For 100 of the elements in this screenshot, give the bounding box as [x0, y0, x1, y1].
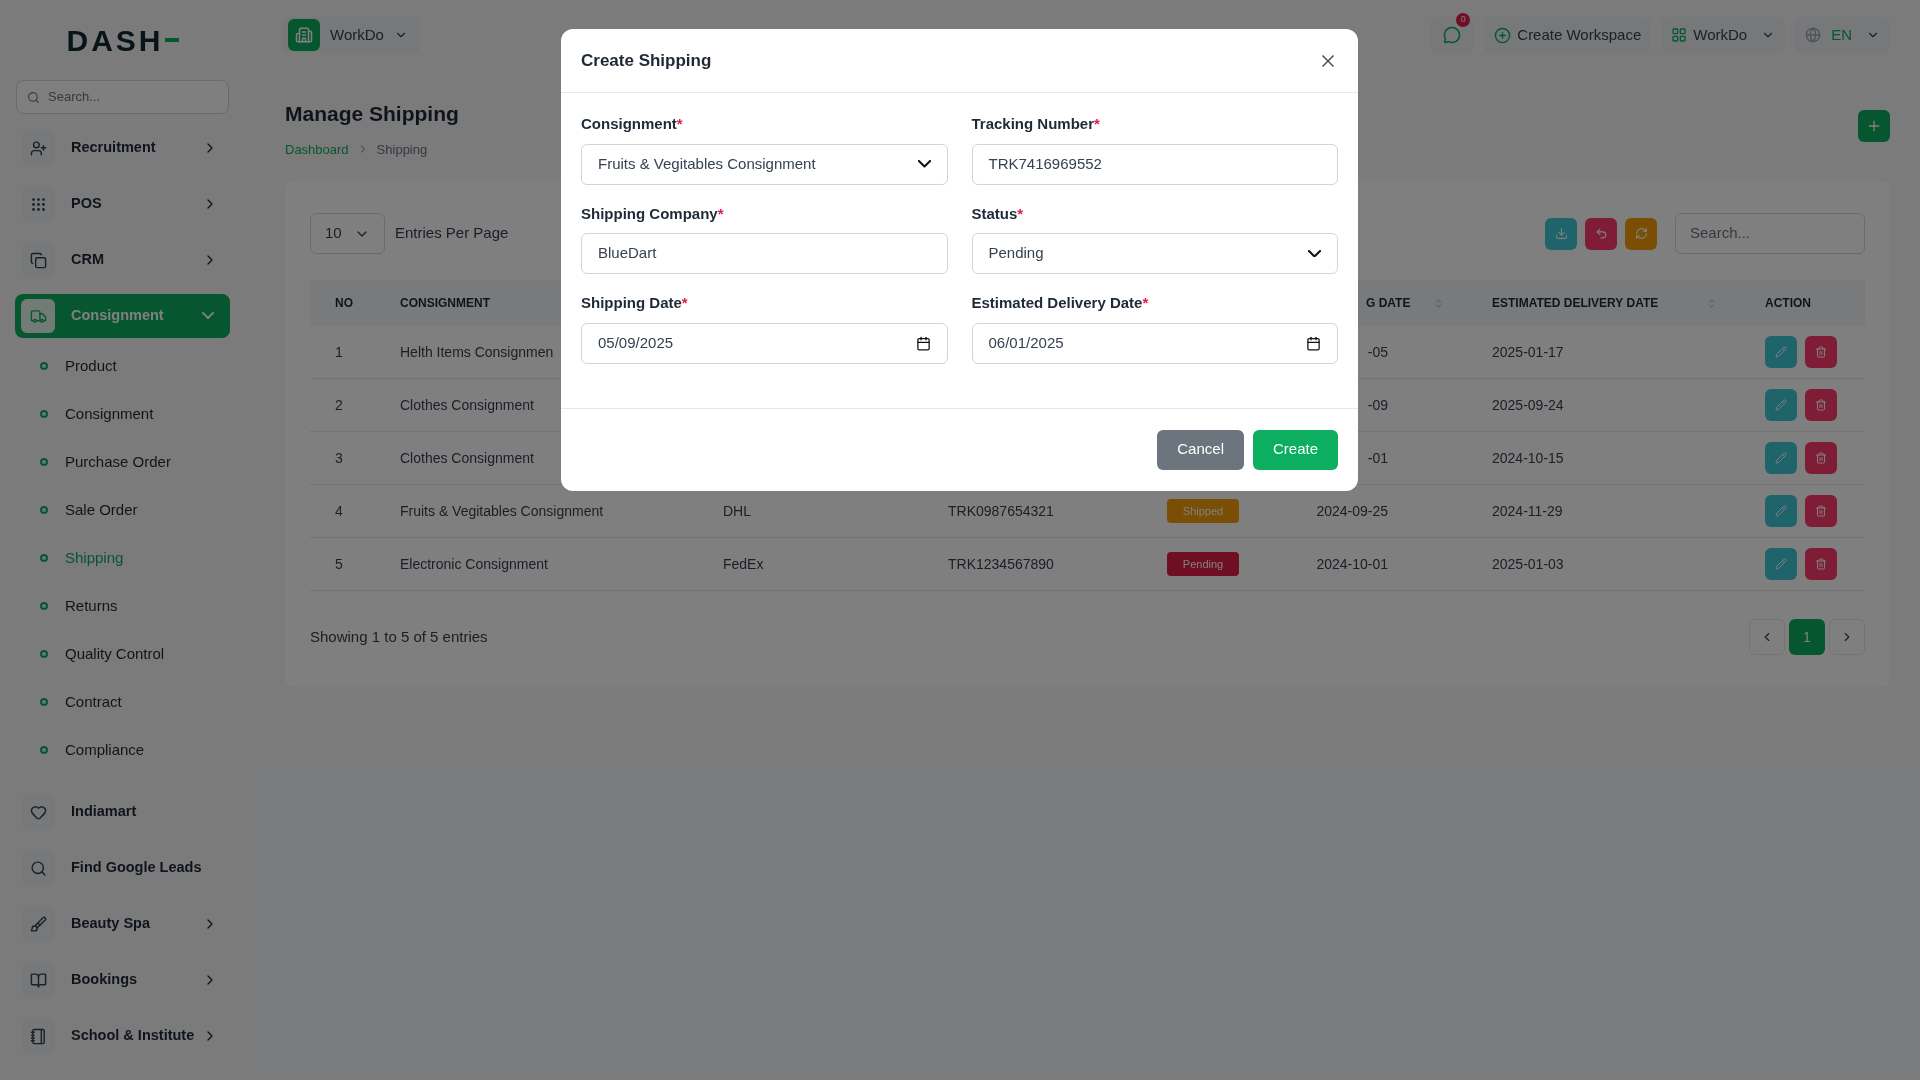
- cancel-button[interactable]: Cancel: [1157, 429, 1244, 470]
- delete-button[interactable]: [1805, 495, 1837, 527]
- table-cell-text: 3: [335, 448, 344, 468]
- sidebar-subitem[interactable]: Sale Order: [65, 498, 138, 522]
- table-search-field[interactable]: Search...: [1675, 213, 1865, 254]
- bullet-icon: [40, 602, 48, 610]
- sidebar-subitem[interactable]: Consignment: [65, 402, 154, 426]
- modal-title: Create Shipping: [581, 49, 713, 72]
- table-cell-text: 1: [335, 342, 344, 362]
- breadcrumb-item: Shipping: [376, 140, 428, 159]
- table-cell: TRK0987654321: [948, 502, 1054, 519]
- edit-button[interactable]: [1765, 495, 1797, 527]
- table-cell: Clothes Consignment: [400, 449, 534, 466]
- entries-select[interactable]: 10: [310, 213, 385, 254]
- search-field[interactable]: Search...: [16, 80, 229, 114]
- pencil-icon: [1775, 399, 1787, 411]
- search-icon: [27, 90, 40, 104]
- bullet-icon: [40, 362, 48, 370]
- next-page-button[interactable]: [1829, 619, 1865, 655]
- field-label: Status*: [971, 203, 1025, 224]
- bullet-icon: [40, 410, 48, 418]
- previous-page-button[interactable]: [1749, 619, 1785, 655]
- table-cell-text: 2025-01-17: [1492, 342, 1565, 362]
- table-cell-text: 2024-09-25: [1316, 501, 1388, 521]
- select-field[interactable]: Fruits & Vegitables Consignment: [581, 143, 948, 185]
- delete-button[interactable]: [1805, 389, 1837, 421]
- pencil-icon: [1775, 346, 1787, 358]
- create-workspace-button[interactable]: Create Workspace: [1484, 17, 1652, 53]
- brush-icon: [29, 915, 47, 933]
- sidebar-item[interactable]: Beauty Spa: [15, 902, 230, 946]
- column-header: CONSIGNMENT: [400, 295, 490, 312]
- add-button[interactable]: [1858, 110, 1890, 142]
- copy-icon: [29, 251, 47, 269]
- edit-button[interactable]: [1765, 548, 1797, 580]
- delete-button[interactable]: [1805, 336, 1837, 368]
- notification-badge: 0: [1456, 13, 1471, 27]
- bullet-icon: [40, 698, 48, 706]
- table-cell: FedEx: [723, 555, 764, 572]
- sidebar-item[interactable]: Bookings: [15, 958, 230, 1002]
- edit-button[interactable]: [1765, 336, 1797, 368]
- create-button[interactable]: Create: [1252, 429, 1338, 470]
- sidebar-item[interactable]: School & Institute: [15, 1014, 230, 1058]
- undo-button[interactable]: [1585, 217, 1617, 250]
- sidebar-subitem[interactable]: Compliance: [65, 738, 145, 762]
- page-title: Manage Shipping: [285, 101, 459, 127]
- sidebar-item[interactable]: POS: [15, 182, 230, 226]
- table-cell-text: 2024-10-15: [1492, 448, 1565, 468]
- table-cell: TRK1234567890: [948, 555, 1054, 572]
- column-header[interactable]: ESTIMATED DELIVERY DATE: [1492, 294, 1765, 312]
- chevron-down-icon: [917, 160, 931, 168]
- bullet-icon: [40, 506, 48, 514]
- input-field[interactable]: TRK7416969552: [971, 143, 1338, 185]
- chat-icon: [1443, 26, 1462, 44]
- date-field[interactable]: 06/01/2025: [971, 322, 1338, 364]
- delete-button[interactable]: [1805, 442, 1837, 474]
- table-cell: DHL: [723, 502, 751, 519]
- table-cell: Electronic Consignment: [400, 555, 548, 572]
- bullet-icon: [40, 458, 48, 466]
- workspace-button[interactable]: WorkDo: [282, 17, 420, 53]
- sidebar-subitem[interactable]: Quality Control: [65, 642, 165, 666]
- table-cell: Helth Items Consignmen: [400, 343, 554, 360]
- edit-button[interactable]: [1765, 389, 1797, 421]
- date-field[interactable]: 05/09/2025: [581, 322, 948, 364]
- plus-icon: [1866, 118, 1882, 134]
- pencil-icon: [1775, 558, 1787, 570]
- column-header: NO: [335, 295, 353, 312]
- trash-icon: [1815, 346, 1827, 358]
- sidebar-subitem[interactable]: Returns: [65, 594, 118, 618]
- table-cell: Clothes Consignment: [400, 396, 534, 413]
- input-field[interactable]: BlueDart: [581, 233, 948, 274]
- sidebar-item[interactable]: CRM: [15, 238, 230, 282]
- refresh-button[interactable]: [1625, 217, 1657, 250]
- sidebar-item[interactable]: Find Google Leads: [15, 846, 230, 890]
- sidebar-item[interactable]: Indiamart: [15, 790, 230, 834]
- table-cell-text: 2025-01-03: [1492, 554, 1565, 574]
- globe-icon: [1805, 27, 1822, 43]
- table-cell: Fruits & Vegitables Consignment: [400, 502, 604, 519]
- table-cell-text: -01: [1367, 448, 1388, 468]
- user-menu-button[interactable]: WorkDo: [1661, 17, 1786, 53]
- sidebar-subitem[interactable]: Contract: [65, 690, 122, 714]
- chevron-down-icon: [202, 312, 214, 320]
- select-field[interactable]: Pending: [971, 233, 1338, 274]
- column-header: ACTION: [1765, 295, 1811, 312]
- delete-button[interactable]: [1805, 548, 1837, 580]
- pencil-icon: [1775, 505, 1787, 517]
- table-cell-text: 2024-11-29: [1492, 501, 1564, 521]
- field-label: Shipping Company*: [581, 203, 725, 224]
- grid-dots-icon: [29, 195, 47, 213]
- entries-summary: Showing 1 to 5 of 5 entries: [310, 626, 489, 647]
- edit-button[interactable]: [1765, 442, 1797, 474]
- download-button[interactable]: [1545, 217, 1577, 250]
- refresh-icon: [1634, 227, 1648, 240]
- sidebar-subitem[interactable]: Product: [65, 354, 117, 378]
- building-icon: [295, 26, 313, 44]
- table-cell-text: 2024-10-01: [1316, 554, 1388, 574]
- sidebar-subitem[interactable]: Purchase Order: [65, 450, 171, 474]
- sidebar-item[interactable]: Recruitment: [15, 126, 230, 170]
- heart-icon: [29, 803, 47, 821]
- column-header[interactable]: G DATE: [1366, 294, 1492, 312]
- chevron-down-icon: [1308, 249, 1321, 258]
